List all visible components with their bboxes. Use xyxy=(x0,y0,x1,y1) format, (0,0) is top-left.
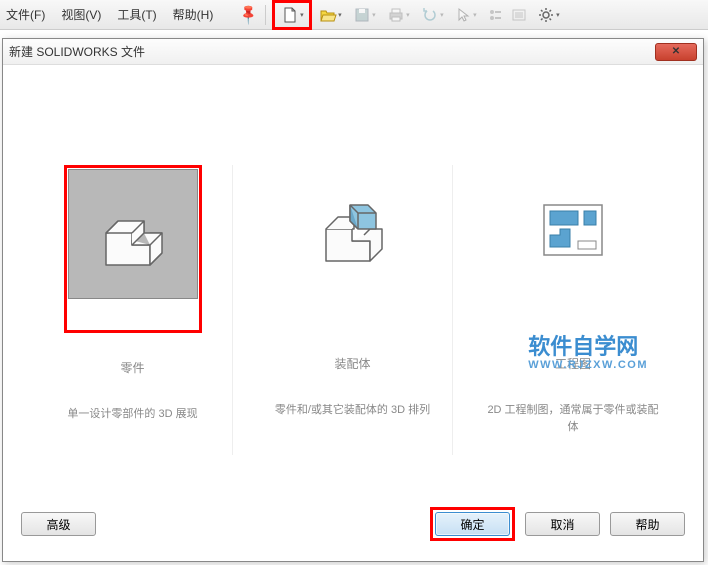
chevron-down-icon: ▾ xyxy=(406,11,410,19)
undo-icon xyxy=(421,6,439,24)
ok-button[interactable]: 确定 xyxy=(435,512,510,536)
option-part[interactable]: 零件 单一设计零部件的 3D 展现 xyxy=(33,165,233,455)
pin-button[interactable]: 📌 xyxy=(237,4,259,26)
open-button[interactable]: ▾ xyxy=(314,4,346,26)
drawing-title: 工程图 xyxy=(555,355,591,372)
assembly-desc: 零件和/或其它装配体的 3D 排列 xyxy=(275,402,430,419)
part-icon-wrap xyxy=(68,169,198,299)
drawing-desc: 2D 工程制图，通常属于零件或装配体 xyxy=(483,402,663,435)
option-assembly[interactable]: 装配体 零件和/或其它装配体的 3D 排列 xyxy=(253,165,453,455)
open-folder-icon xyxy=(319,6,337,24)
highlight-part-option xyxy=(64,165,202,333)
close-icon: ✕ xyxy=(672,46,680,57)
settings-button[interactable]: ▾ xyxy=(532,4,564,26)
assembly-icon-wrap xyxy=(288,165,418,295)
separator xyxy=(265,5,266,25)
new-file-icon xyxy=(281,6,299,24)
chevron-down-icon: ▾ xyxy=(300,11,304,19)
advanced-button[interactable]: 高级 xyxy=(21,512,96,536)
dialog-title-text: 新建 SOLIDWORKS 文件 xyxy=(9,43,145,60)
menu-file[interactable]: 文件(F) xyxy=(6,6,45,23)
close-button[interactable]: ✕ xyxy=(655,43,697,61)
cancel-button[interactable]: 取消 xyxy=(525,512,600,536)
pin-icon: 📌 xyxy=(236,2,260,26)
print-button[interactable]: ▾ xyxy=(382,4,414,26)
dialog-body: 零件 单一设计零部件的 3D 展现 xyxy=(3,65,703,561)
menubar: 文件(F) 视图(V) 工具(T) 帮助(H) 📌 ▾ ▾ ▾ ▾ ▾ ▾ xyxy=(0,0,708,30)
gear-icon xyxy=(537,6,555,24)
chevron-down-icon: ▾ xyxy=(338,11,342,19)
highlight-new-file: ▾ xyxy=(272,0,312,30)
button-row: 高级 确定 取消 帮助 xyxy=(3,495,703,561)
rebuild-icon xyxy=(487,7,503,23)
option-drawing[interactable]: 工程图 2D 工程制图，通常属于零件或装配体 xyxy=(473,165,673,455)
chevron-down-icon: ▾ xyxy=(440,11,444,19)
part-desc: 单一设计零部件的 3D 展现 xyxy=(67,406,197,423)
menu-text-group: 文件(F) 视图(V) 工具(T) 帮助(H) xyxy=(6,6,213,23)
highlight-ok-button: 确定 xyxy=(430,507,515,541)
new-file-dialog: 新建 SOLIDWORKS 文件 ✕ xyxy=(2,38,704,562)
undo-button[interactable]: ▾ xyxy=(416,4,448,26)
chevron-down-icon: ▾ xyxy=(556,11,560,19)
save-icon xyxy=(353,6,371,24)
print-icon xyxy=(387,6,405,24)
save-button[interactable]: ▾ xyxy=(348,4,380,26)
rebuild-button[interactable] xyxy=(484,4,506,26)
select-button[interactable]: ▾ xyxy=(450,4,482,26)
drawing-icon xyxy=(528,185,618,275)
part-icon xyxy=(88,189,178,279)
list-icon xyxy=(511,7,527,23)
part-title: 零件 xyxy=(120,359,144,376)
chevron-down-icon: ▾ xyxy=(372,11,376,19)
cursor-icon xyxy=(456,7,472,23)
menu-view[interactable]: 视图(V) xyxy=(61,6,101,23)
new-file-button[interactable]: ▾ xyxy=(276,4,308,26)
dialog-titlebar: 新建 SOLIDWORKS 文件 ✕ xyxy=(3,39,703,65)
menu-help[interactable]: 帮助(H) xyxy=(173,6,214,23)
assembly-icon xyxy=(308,185,398,275)
assembly-title: 装配体 xyxy=(334,355,370,372)
chevron-down-icon: ▾ xyxy=(473,11,477,19)
options-button[interactable] xyxy=(508,4,530,26)
menu-tools[interactable]: 工具(T) xyxy=(117,6,156,23)
drawing-icon-wrap xyxy=(508,165,638,295)
help-button[interactable]: 帮助 xyxy=(610,512,685,536)
options-row: 零件 单一设计零部件的 3D 展现 xyxy=(3,65,703,495)
